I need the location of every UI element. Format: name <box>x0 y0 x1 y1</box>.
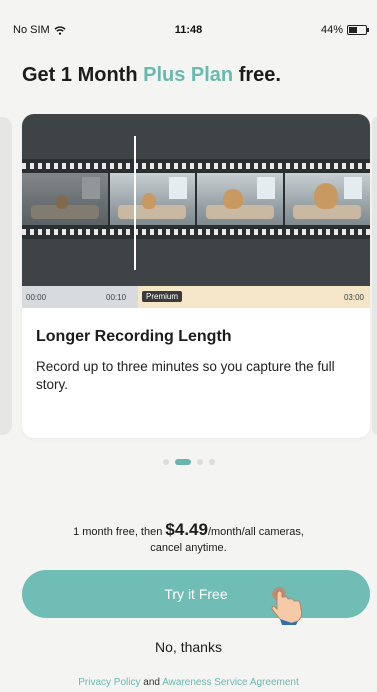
video-frame <box>22 173 108 225</box>
time-end: 03:00 <box>343 293 364 302</box>
filmstrip-frames <box>22 173 370 225</box>
pricing-line-2: cancel anytime. <box>150 542 227 554</box>
feature-title: Longer Recording Length <box>36 328 232 345</box>
feature-description: Record up to three minutes so you captur… <box>36 359 335 392</box>
video-frame <box>109 173 195 225</box>
carousel-pager <box>0 459 377 465</box>
privacy-policy-link[interactable]: Privacy Policy <box>78 677 140 688</box>
pager-dot-active[interactable] <box>174 459 191 465</box>
title-accent: Plus Plan <box>143 64 234 86</box>
filmstrip-sprockets-bottom <box>22 229 370 235</box>
page-title: Get 1 Month Plus Plan free. <box>22 64 367 87</box>
legal-links: Privacy Policy and Awareness Service Agr… <box>0 677 377 688</box>
playhead <box>134 136 136 270</box>
service-agreement-link[interactable]: Awareness Service Agreement <box>162 677 299 688</box>
premium-badge: Premium <box>142 291 183 302</box>
legal-and: and <box>143 677 160 688</box>
filmstrip <box>22 159 370 239</box>
pricing-prefix: 1 month free, then <box>73 526 166 538</box>
price-amount: $4.49 <box>165 520 208 539</box>
battery-percent: 44% <box>320 24 343 36</box>
feature-card[interactable]: 00:00 00:10 Premium 03:00 Longer Recordi… <box>22 114 370 438</box>
battery-icon <box>347 25 369 35</box>
pricing-suffix: /month/all cameras, <box>207 526 304 538</box>
filmstrip-sprockets-top <box>22 163 370 169</box>
time-free-end: 00:10 <box>106 293 127 302</box>
try-free-button[interactable]: Try it Free <box>22 570 370 618</box>
video-frame <box>197 173 283 225</box>
next-card-peek[interactable] <box>372 117 377 435</box>
title-prefix: Get 1 Month <box>22 64 144 86</box>
video-preview <box>22 114 370 286</box>
previous-card-peek[interactable] <box>0 117 12 435</box>
pricing-line-1: 1 month free, then $4.49/month/all camer… <box>0 520 377 540</box>
recording-timeline: 00:00 00:10 Premium 03:00 <box>22 286 370 308</box>
title-suffix: free. <box>233 64 281 86</box>
status-battery: 44% <box>320 24 369 36</box>
pager-dot[interactable] <box>208 459 215 465</box>
pager-dot[interactable] <box>162 459 169 465</box>
no-thanks-button[interactable]: No, thanks <box>0 638 377 656</box>
status-bar: No SIM 11:48 44% <box>0 0 377 40</box>
pricing-text: 1 month free, then $4.49/month/all camer… <box>0 520 377 556</box>
time-start: 00:00 <box>26 293 47 302</box>
tap-hand-icon <box>271 587 302 625</box>
video-frame <box>284 173 370 225</box>
pager-dot[interactable] <box>196 459 203 465</box>
